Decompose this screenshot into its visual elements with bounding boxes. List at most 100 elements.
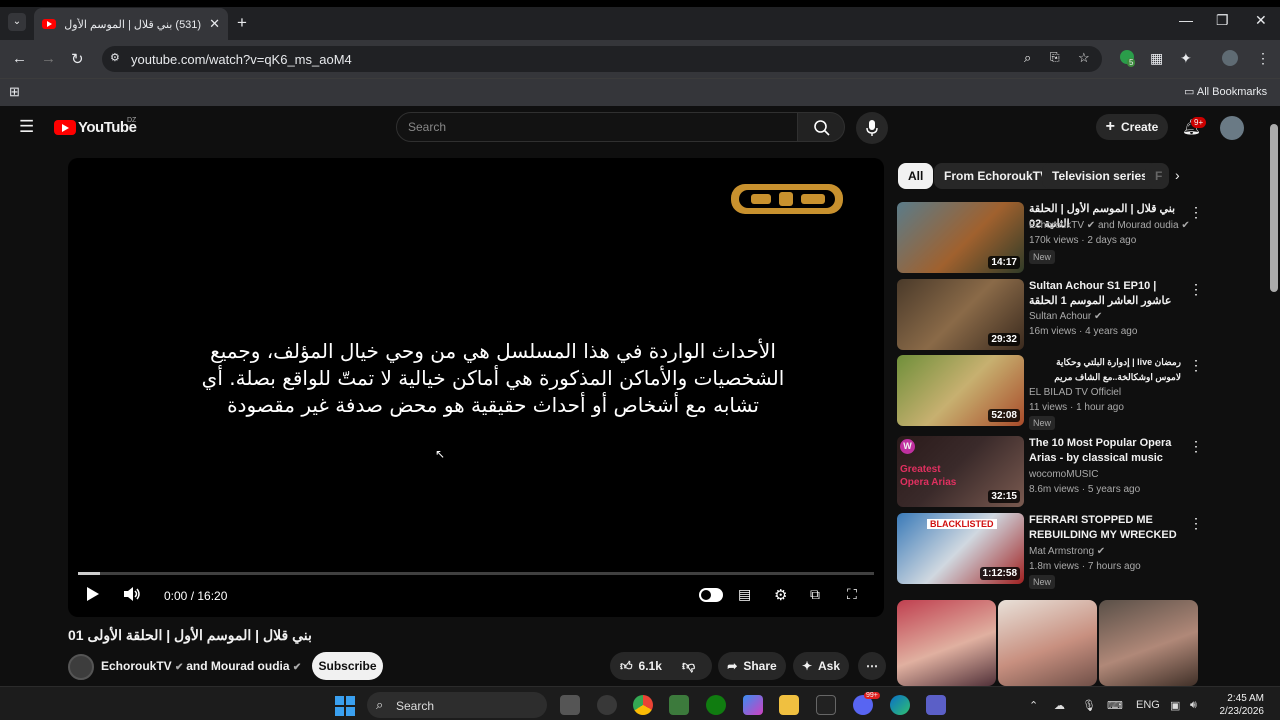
teams-icon[interactable] [926, 695, 946, 715]
rec-title[interactable]: The 10 Most Popular Opera Arias - by cla… [1029, 436, 1181, 466]
voice-search-button[interactable] [856, 112, 888, 144]
create-button[interactable]: + Create [1096, 114, 1168, 140]
like-icon[interactable]: 👍︎ [620, 659, 633, 674]
channel-avatar[interactable] [68, 654, 94, 680]
language-indicator[interactable]: ENG [1136, 699, 1160, 711]
profile-avatar[interactable] [1222, 50, 1238, 66]
rec-menu-icon[interactable]: ⋮ [1189, 357, 1203, 374]
app-icon[interactable] [597, 695, 617, 715]
more-actions-icon[interactable]: ⋯ [858, 652, 886, 680]
recommendation-item[interactable]: 52:08 رمضان live | إدوارة البلتي وحكاية … [897, 355, 1203, 430]
channel-name[interactable]: EchoroukTV [101, 659, 172, 673]
short-thumbnail[interactable] [1099, 600, 1198, 686]
tray-chevron-icon[interactable]: ⌃ [1029, 699, 1038, 712]
dislike-icon[interactable]: 👎︎ [682, 658, 695, 674]
rec-menu-icon[interactable]: ⋮ [1189, 438, 1203, 455]
minecraft-icon[interactable] [669, 695, 689, 715]
reload-button[interactable]: ↻ [71, 50, 84, 68]
rec-title[interactable]: FERRARI STOPPED ME REBUILDING MY WRECKED… [1029, 513, 1181, 543]
recommendation-item[interactable]: 14:17 بني قلال | الموسم الأول | الحلقة ا… [897, 202, 1203, 276]
file-explorer-icon[interactable] [779, 695, 799, 715]
youtube-logo-icon[interactable] [54, 120, 76, 135]
install-app-icon[interactable]: ⎘ [1050, 50, 1060, 65]
video-player[interactable]: الأحداث الواردة في هذا المسلسل هي من وحي… [68, 158, 884, 617]
autoplay-toggle[interactable] [699, 588, 723, 602]
like-count[interactable]: 6.1k [639, 659, 662, 673]
tab-search-button[interactable]: ⌄ [8, 13, 26, 31]
xbox-icon[interactable] [706, 695, 726, 715]
recommendation-item[interactable]: 29:32 Sultan Achour S1 EP10 | عاشور العا… [897, 279, 1203, 353]
extension-shield-icon[interactable]: 5 [1120, 50, 1136, 67]
rec-title[interactable]: Sultan Achour S1 EP10 | عاشور العاشر الم… [1029, 279, 1181, 309]
rec-channel[interactable]: Sultan Achour ✔ [1029, 311, 1102, 322]
close-window-button[interactable]: ✕ [1255, 12, 1267, 29]
all-bookmarks-button[interactable]: ▭ All Bookmarks [1184, 85, 1267, 98]
rec-menu-icon[interactable]: ⋮ [1189, 281, 1203, 298]
rec-channel[interactable]: EchoroukTV ✔ and Mourad oudia ✔ [1029, 220, 1190, 231]
rec-channel[interactable]: Mat Armstrong ✔ [1029, 546, 1105, 557]
minimize-button[interactable]: — [1179, 12, 1193, 28]
tray-app-icon[interactable]: ☁ [1054, 699, 1065, 712]
clock[interactable]: 2:45 AM 2/23/2026 [1218, 692, 1265, 718]
video-thumbnail[interactable]: BLACKLISTED 1:12:58 [897, 513, 1024, 584]
progress-bar[interactable] [78, 572, 874, 575]
forward-button[interactable]: → [41, 50, 56, 67]
video-thumbnail[interactable]: 14:17 [897, 202, 1024, 273]
tab-close-icon[interactable]: ✕ [209, 16, 220, 32]
video-thumbnail[interactable]: 52:08 [897, 355, 1024, 426]
epic-games-icon[interactable] [816, 695, 836, 715]
chip-all[interactable]: All [898, 163, 934, 189]
video-thumbnail[interactable]: W Greatest Opera Arias 32:15 [897, 436, 1024, 507]
video-thumbnail[interactable]: 29:32 [897, 279, 1024, 350]
chip-from-channel[interactable]: From EchoroukTV [934, 163, 1059, 189]
recommendation-item[interactable]: BLACKLISTED 1:12:58 FERRARI STOPPED ME R… [897, 513, 1203, 589]
search-input[interactable]: Search [396, 112, 798, 142]
chip-television-series[interactable]: Television series [1042, 163, 1158, 189]
chips-next-icon[interactable]: › [1175, 167, 1180, 183]
volume-icon[interactable] [123, 586, 141, 602]
chrome-icon[interactable] [633, 695, 653, 715]
browser-menu-icon[interactable]: ⋮ [1256, 50, 1270, 67]
fullscreen-icon[interactable]: ⛶ [847, 586, 857, 603]
settings-gear-icon[interactable]: ⚙ [774, 586, 787, 604]
site-info-icon[interactable]: ⚙ [110, 51, 120, 64]
windows-start-icon[interactable] [335, 696, 355, 716]
rec-channel[interactable]: wocomoMUSIC [1029, 469, 1098, 480]
bookmark-star-icon[interactable]: ☆ [1078, 50, 1090, 66]
miniplayer-icon[interactable]: ⧉ [810, 586, 820, 603]
zoom-search-icon[interactable]: ⌕ [1024, 50, 1031, 66]
apps-grid-icon[interactable]: ⊞ [9, 84, 20, 100]
tray-keyboard-icon[interactable]: ⌨ [1107, 699, 1123, 712]
hamburger-menu-icon[interactable]: ☰ [19, 117, 34, 137]
task-view-icon[interactable] [560, 695, 580, 715]
network-icon[interactable]: ▣ [1170, 699, 1180, 712]
edge-icon[interactable] [890, 695, 910, 715]
copilot-icon[interactable] [743, 695, 763, 715]
subscribe-button[interactable]: Subscribe [312, 652, 383, 680]
rec-channel[interactable]: EL BILAD TV Officiel [1029, 387, 1121, 398]
new-tab-button[interactable]: + [237, 13, 247, 33]
collaborator-name[interactable]: and Mourad oudia [186, 659, 289, 673]
maximize-button[interactable]: ❐ [1216, 12, 1229, 29]
channel-names[interactable]: EchoroukTV ✔ and Mourad oudia ✔ [101, 659, 301, 673]
scrollbar-thumb[interactable] [1270, 124, 1278, 292]
search-button[interactable] [797, 112, 845, 142]
rec-menu-icon[interactable]: ⋮ [1189, 515, 1203, 532]
recommendation-item[interactable]: W Greatest Opera Arias 32:15 The 10 Most… [897, 436, 1203, 510]
volume-tray-icon[interactable]: 🔊︎ [1190, 699, 1197, 712]
tray-mic-icon[interactable]: 🎙︎ [1082, 699, 1096, 712]
rec-title[interactable]: رمضان live | إدوارة البلتي وحكاية لاموس … [1029, 355, 1181, 385]
ask-button[interactable]: ✦ Ask [793, 652, 849, 680]
address-bar[interactable]: ⚙ youtube.com/watch?v=qK6_ms_aoM4 ⌕ ⎘ ☆ [102, 46, 1102, 72]
back-button[interactable]: ← [12, 50, 27, 67]
chip-partial[interactable]: F [1145, 163, 1169, 189]
account-avatar[interactable] [1220, 116, 1244, 140]
extension-icon[interactable]: ▦ [1150, 50, 1163, 67]
play-icon[interactable] [86, 586, 100, 602]
captions-icon[interactable]: ▤ [738, 586, 751, 603]
extensions-puzzle-icon[interactable]: ✦ [1180, 50, 1192, 67]
page-scrollbar[interactable] [1268, 106, 1280, 686]
share-button[interactable]: ➦ Share [718, 652, 786, 680]
taskbar-search-box[interactable]: ⌕ Search [367, 692, 547, 718]
short-thumbnail[interactable] [998, 600, 1097, 686]
